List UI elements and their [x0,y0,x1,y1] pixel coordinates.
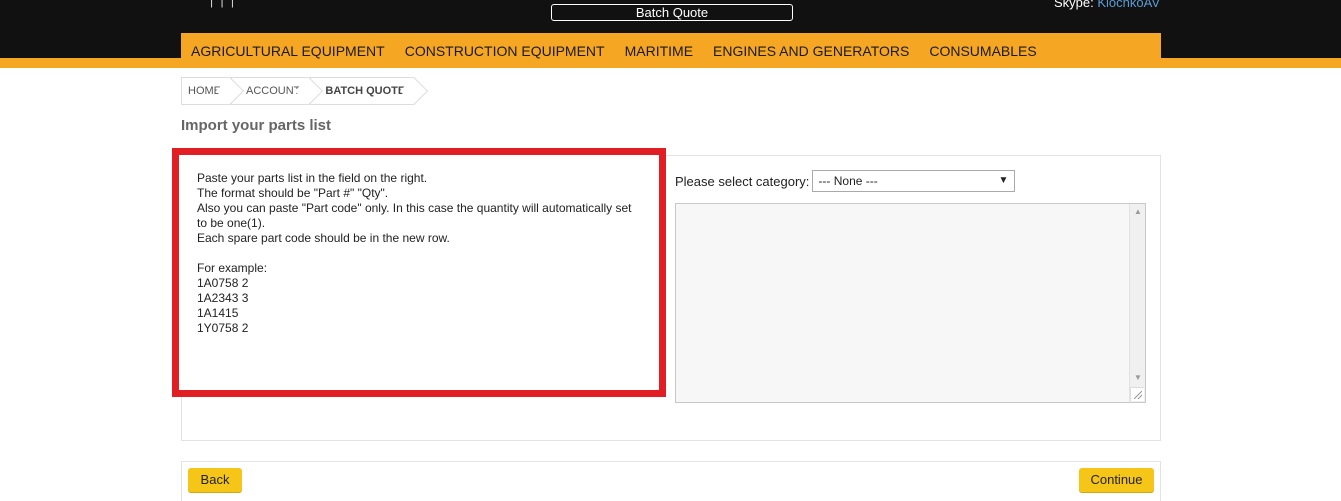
batch-quote-button[interactable]: Batch Quote [551,4,793,21]
breadcrumb-home[interactable]: HOME [181,77,231,105]
category-selected-value: --- None --- [818,174,878,188]
skype-label: Skype: [1053,0,1094,10]
nav-item-consumables[interactable]: CONSUMABLES [929,43,1036,59]
skype-user-link[interactable]: KlochkoAV [1097,0,1160,10]
top-header: | | | Batch Quote Skype: KlochkoAV [0,0,1341,33]
action-bar [181,461,1161,501]
category-row: Please select category: --- None --- ▼ [675,170,1016,192]
top-links[interactable]: | | | [210,0,236,8]
breadcrumb: HOME ACCOUNT BATCH QUOTE [181,77,416,105]
back-button[interactable]: Back [188,468,242,492]
nav-item-maritime[interactable]: MARITIME [625,43,693,59]
scroll-down-icon[interactable]: ▼ [1134,373,1142,382]
nav-item-engines-and-generators[interactable]: ENGINES AND GENERATORS [713,43,909,59]
nav-item-agricultural-equipment[interactable]: AGRICULTURAL EQUIPMENT [191,43,385,59]
page-title: Import your parts list [181,117,332,134]
breadcrumb-batch-quote: BATCH QUOTE [310,77,416,105]
skype-contact: Skype: KlochkoAV [1054,0,1160,10]
main-nav: AGRICULTURAL EQUIPMENT CONSTRUCTION EQUI… [181,33,1161,68]
dropdown-caret-icon: ▼ [998,175,1009,186]
category-label: Please select category: [675,173,810,189]
instructions-box: Paste your parts list in the field on th… [172,148,666,397]
resize-handle-icon[interactable] [1130,387,1144,401]
instructions-text: Paste your parts list in the field on th… [197,171,632,335]
textarea-scrollbar[interactable]: ▲ ▼ [1129,204,1145,402]
scroll-up-icon[interactable]: ▲ [1134,207,1142,216]
category-select[interactable]: --- None --- ▼ [812,170,1016,192]
parts-list-textarea[interactable]: ▲ ▼ [675,203,1146,403]
nav-item-construction-equipment[interactable]: CONSTRUCTION EQUIPMENT [405,43,605,59]
continue-button[interactable]: Continue [1079,468,1154,492]
